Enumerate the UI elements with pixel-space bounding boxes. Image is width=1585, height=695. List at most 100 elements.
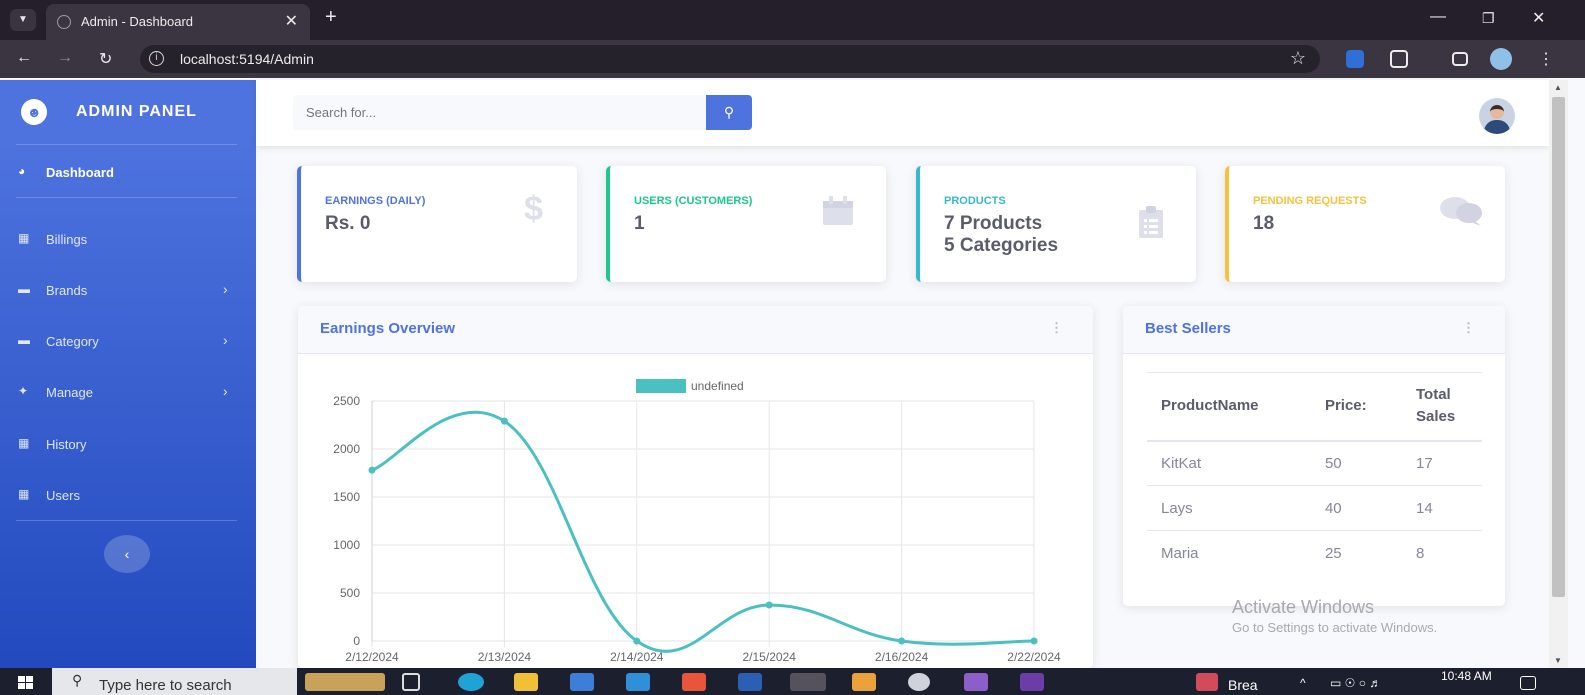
chevron-right-icon: › — [223, 383, 228, 399]
sidebar-divider — [16, 520, 237, 521]
card-value: 1 — [634, 213, 645, 235]
brave-icon[interactable] — [682, 673, 706, 691]
back-icon[interactable]: ← — [16, 49, 32, 67]
profile-avatar-icon[interactable] — [1490, 48, 1512, 70]
sidebar-item-label: History — [46, 437, 87, 452]
chevron-left-icon: ‹ — [124, 546, 130, 562]
card-title: PENDING REQUESTS — [1253, 195, 1367, 207]
y-tick-label: 2500 — [333, 394, 360, 408]
sidebar-toggle-button[interactable]: ‹ — [104, 535, 150, 573]
sidebar-item-label: Users — [46, 488, 80, 503]
card-title: EARNINGS (DAILY) — [325, 195, 426, 207]
minimize-icon[interactable]: — — [1430, 8, 1446, 26]
sidebar-item-manage[interactable]: ✦ Manage › — [18, 383, 238, 403]
sidebar-item-category[interactable]: ▬ Category › — [18, 332, 238, 352]
calendar-icon — [822, 196, 854, 234]
taskbar-search-placeholder: Type here to search — [99, 677, 232, 694]
file-explorer-icon[interactable] — [514, 673, 538, 691]
site-info-icon[interactable]: i — [149, 51, 164, 66]
avatar-body — [1484, 120, 1510, 134]
best-sellers-table: ProductName Price: Total Sales KitKat 50… — [1147, 372, 1482, 576]
data-point — [898, 637, 906, 645]
column-header: Price: — [1310, 372, 1402, 442]
y-tick-label: 0 — [353, 634, 360, 648]
windows-start-icon[interactable] — [18, 676, 34, 690]
tray-chevron-icon[interactable]: ^ — [1300, 676, 1306, 690]
tachometer-icon: ◕ — [18, 164, 26, 178]
word-icon[interactable] — [738, 673, 762, 691]
sidebar-item-history[interactable]: ▦ History — [18, 435, 238, 455]
earnings-overview-panel: Earnings Overview ⋮ 0 500 1000 1500 2000 2500… — [298, 306, 1093, 668]
sticky-app-icon[interactable] — [852, 673, 876, 691]
sidebar-brand[interactable]: ☻ ADMIN PANEL — [0, 80, 256, 144]
reload-icon[interactable]: ↻ — [99, 49, 112, 69]
table-row: Lays 40 14 — [1147, 485, 1482, 531]
table-icon: ▦ — [18, 231, 30, 245]
search-highlight-icon[interactable] — [305, 673, 385, 691]
legend-swatch — [636, 379, 686, 393]
sidebar-item-dashboard[interactable]: ◕ Dashboard — [18, 163, 238, 183]
chrome-icon[interactable] — [790, 673, 826, 691]
clock-time[interactable]: 10:48 AM — [1441, 669, 1492, 683]
sidebar-item-label: Manage — [46, 385, 93, 400]
store-icon[interactable] — [570, 673, 594, 691]
best-sellers-panel: Best Sellers ⋮ ProductName Price: Total … — [1123, 306, 1505, 606]
table-cell: 17 — [1402, 440, 1482, 486]
table-cell: 8 — [1416, 544, 1425, 562]
sidebar-item-billings[interactable]: ▦ Billings — [18, 230, 238, 250]
tab-search-button[interactable]: ▼ — [10, 9, 36, 31]
data-point — [765, 601, 773, 609]
browser-menu-icon[interactable]: ⋮ — [1538, 49, 1554, 69]
weather-text: Brea — [1228, 677, 1258, 693]
tray-icons[interactable]: ▭ ☉ ○ ♬ — [1330, 676, 1381, 690]
restore-icon[interactable]: ❐ — [1482, 10, 1495, 27]
more-options-icon[interactable]: ⋮ — [1462, 320, 1475, 336]
x-tick-label: 2/22/2024 — [1007, 650, 1061, 664]
extension-icon[interactable] — [1346, 50, 1364, 68]
sidebar-item-brands[interactable]: ▬ Brands › — [18, 281, 238, 301]
task-view-icon[interactable] — [402, 673, 420, 691]
search-input[interactable] — [293, 95, 707, 130]
visual-studio-icon[interactable] — [964, 673, 988, 691]
search-icon: ⚲ — [72, 672, 83, 688]
x-tick-label: 2/13/2024 — [478, 650, 532, 664]
y-tick-label: 1000 — [333, 538, 360, 552]
side-panel-icon[interactable] — [1452, 52, 1468, 66]
sidebar-item-users[interactable]: ▦ Users — [18, 486, 238, 506]
table-cell: 25 — [1324, 544, 1342, 562]
avatar[interactable] — [1479, 98, 1515, 134]
card-value-line: 5 Categories — [944, 235, 1059, 256]
new-tab-icon[interactable]: + — [325, 6, 337, 29]
scrollbar-thumb[interactable] — [1552, 97, 1565, 597]
forward-icon[interactable]: → — [57, 49, 73, 67]
scroll-up-icon[interactable]: ▲ — [1554, 83, 1562, 92]
earnings-card: EARNINGS (DAILY) Rs. 0 $ — [297, 166, 577, 282]
mail-icon[interactable] — [626, 673, 650, 691]
bookmark-star-icon[interactable]: ☆ — [1290, 48, 1306, 69]
notifications-icon[interactable] — [1520, 676, 1536, 690]
scroll-down-icon[interactable]: ▼ — [1554, 656, 1562, 665]
edge-icon[interactable] — [458, 673, 484, 691]
activate-windows-watermark: Activate Windows Go to Settings to activ… — [1232, 597, 1437, 635]
search-button[interactable]: ⚲ — [706, 95, 752, 130]
table-cell: 40 — [1310, 485, 1402, 531]
watermark-subtitle: Go to Settings to activate Windows. — [1232, 620, 1438, 635]
taskbar-search-box[interactable]: ⚲ Type here to search — [52, 668, 297, 695]
folder-icon: ▬ — [18, 333, 30, 347]
card-value-line: 7 Products — [944, 213, 1043, 234]
settings-gear-icon[interactable] — [908, 673, 930, 691]
browser-tab[interactable]: Admin - Dashboard ✕ — [46, 4, 310, 40]
close-window-icon[interactable]: ✕ — [1532, 8, 1545, 28]
weather-icon[interactable] — [1196, 673, 1218, 691]
data-point — [633, 637, 641, 645]
page-scrollbar[interactable]: ▲ ▼ — [1549, 80, 1568, 668]
globe-icon — [57, 15, 71, 29]
folder-icon: ▬ — [18, 282, 30, 296]
x-tick-label: 2/16/2024 — [875, 650, 929, 664]
address-bar[interactable]: i localhost:5194/Admin ☆ — [140, 45, 1320, 73]
table-icon: ▦ — [18, 436, 30, 450]
extensions-puzzle-icon[interactable] — [1390, 50, 1408, 68]
clipboard-icon — [1138, 206, 1164, 246]
terminal-icon[interactable] — [1020, 673, 1044, 691]
close-tab-icon[interactable]: ✕ — [285, 11, 298, 31]
